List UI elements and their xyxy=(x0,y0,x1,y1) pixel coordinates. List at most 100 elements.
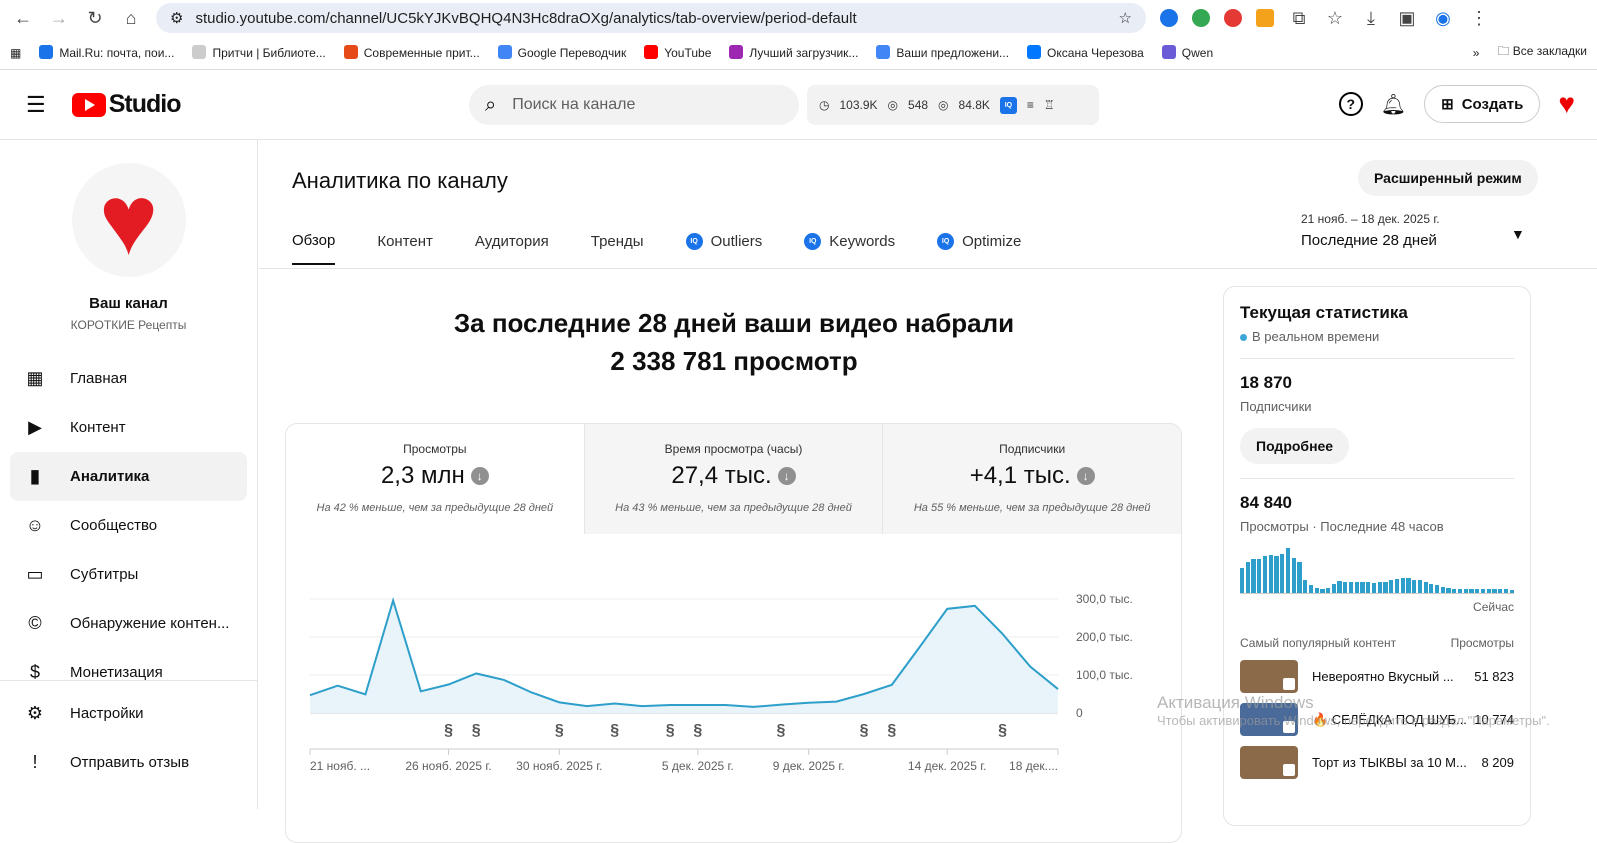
bookmark[interactable]: Google Переводчик xyxy=(497,45,626,60)
sidebar-item-content[interactable]: ▶ Контент xyxy=(10,403,247,452)
metric-watch-time[interactable]: Время просмотра (часы) 27,4 тыс. ↓ На 43 % … xyxy=(584,424,884,534)
address-bar[interactable]: ⚙ studio.youtube.com/channel/UC5kYJKvBQHQ… xyxy=(156,3,1146,33)
shorts-marker-icon[interactable]: § xyxy=(998,722,1007,739)
metric-value: 27,4 тыс. xyxy=(671,462,772,489)
chevron-down-icon: ▼ xyxy=(1511,226,1525,242)
realtime-bar xyxy=(1446,587,1451,593)
home-icon[interactable]: ⌂ xyxy=(120,8,142,29)
help-icon[interactable]: ? xyxy=(1338,92,1363,116)
notifications-bell-icon[interactable]: 🔔︎ xyxy=(1381,92,1406,117)
back-icon[interactable]: ← xyxy=(12,8,34,29)
extension-stats[interactable]: ◷ 103.9K ◎ 548 ◎ 84.8K IQ ≡ ♖ xyxy=(807,85,1099,125)
profile-icon[interactable]: ◉ xyxy=(1432,8,1454,29)
bookmarks-icon[interactable]: ☆ xyxy=(1324,8,1346,29)
tab-label: Keywords xyxy=(829,233,896,250)
subtitles-icon: ▭ xyxy=(26,564,44,584)
sidebar-item-subtitles[interactable]: ▭ Субтитры xyxy=(10,550,247,599)
menu-dots-icon[interactable]: ⋮ xyxy=(1468,8,1490,29)
see-more-button[interactable]: Подробнее xyxy=(1240,428,1350,464)
shorts-marker-icon[interactable]: § xyxy=(693,722,702,739)
views-chart[interactable]: 0 100,0 тыс. 200,0 тыс. 300,0 тыс. § § § § § § § § §… xyxy=(286,534,1182,843)
studio-logo[interactable]: Studio xyxy=(71,90,181,119)
site-info-icon[interactable]: ⚙ xyxy=(170,9,183,27)
bookmark[interactable]: YouTube xyxy=(644,45,711,60)
bookmark[interactable]: Qwen xyxy=(1161,45,1214,60)
shorts-marker-icon[interactable]: § xyxy=(610,722,619,739)
realtime-bar xyxy=(1509,590,1514,593)
tab-keywords[interactable]: IQ Keywords xyxy=(804,232,895,265)
bookmark[interactable]: Оксана Черезова xyxy=(1027,45,1144,60)
shorts-marker-icon[interactable]: § xyxy=(472,722,481,739)
vidiq-icon[interactable]: IQ xyxy=(999,96,1017,114)
url-text[interactable]: studio.youtube.com/channel/UC5kYJKvBQHQ4… xyxy=(195,10,856,27)
realtime-bar xyxy=(1417,580,1422,593)
realtime-bar xyxy=(1412,579,1417,593)
bookmark[interactable]: Лучший загрузчик... xyxy=(729,45,858,60)
trophy-icon[interactable]: ♖ xyxy=(1044,98,1055,112)
sidebar-item-content-detection[interactable]: © Обнаружение контен... xyxy=(10,599,247,648)
realtime-bar xyxy=(1480,589,1486,593)
bookmark[interactable]: Mail.Ru: почта, пои... xyxy=(39,45,174,60)
realtime-bar xyxy=(1394,578,1400,593)
metric-subscribers[interactable]: Подписчики +4,1 тыс. ↓ На 55 % меньше, чем … xyxy=(883,424,1181,534)
list-icon[interactable]: ≡ xyxy=(1027,98,1034,112)
more-bookmarks-icon[interactable]: » xyxy=(1473,46,1480,60)
metric-views[interactable]: Просмотры 2,3 млн ↓ На 42 % меньше, чем за … xyxy=(286,424,585,534)
bookmark-label: Qwen xyxy=(1181,46,1214,60)
shorts-marker-icon[interactable]: § xyxy=(777,722,786,739)
forward-icon[interactable]: → xyxy=(48,8,70,29)
shorts-marker-icon[interactable]: § xyxy=(666,722,675,739)
extension-icon[interactable] xyxy=(1160,9,1178,27)
tab-optimize[interactable]: IQ Optimize xyxy=(937,232,1021,265)
heart-logo-icon: ♥ xyxy=(98,164,159,276)
tab-audience[interactable]: Аудитория xyxy=(475,232,549,265)
all-bookmarks[interactable]: 🗀 Все закладки xyxy=(1497,42,1587,63)
shorts-marker-icon[interactable]: § xyxy=(887,722,896,739)
bookmark[interactable]: Современные прит... xyxy=(343,45,480,60)
tab-outliers[interactable]: IQ Outliers xyxy=(685,232,762,265)
bookmark[interactable]: Ваши предложени... xyxy=(876,45,1009,60)
video-views: 51 823 xyxy=(1474,669,1514,684)
create-button[interactable]: ⊞ Создать xyxy=(1424,85,1541,123)
all-bookmarks-label: Все закладки xyxy=(1512,44,1587,58)
shorts-marker-icon[interactable]: § xyxy=(555,722,564,739)
eye-icon: ◎ xyxy=(938,98,949,112)
tab-content[interactable]: Контент xyxy=(377,232,433,265)
tab-trends[interactable]: Тренды xyxy=(591,232,644,265)
advanced-mode-button[interactable]: Расширенный режим xyxy=(1358,160,1538,196)
now-label: Сейчас xyxy=(1473,600,1514,614)
bookmark-star-icon[interactable]: ☆ xyxy=(1119,9,1132,27)
analytics-icon: ▮ xyxy=(30,466,40,486)
extensions-puzzle-icon[interactable]: ⧉ xyxy=(1288,8,1310,29)
extension-icon[interactable] xyxy=(1192,9,1210,27)
account-avatar[interactable]: ♥ xyxy=(1558,88,1575,120)
search-input[interactable]: ⌕ Поиск на канале xyxy=(469,85,799,125)
translate-icon[interactable]: ▣ xyxy=(1396,8,1418,29)
sidebar-item-feedback[interactable]: ! Отправить отзыв xyxy=(10,738,247,787)
period-selector[interactable]: 21 нояб. – 18 дек. 2025 г. Последние 28 … xyxy=(1301,212,1525,249)
realtime-bar-chart[interactable] xyxy=(1240,548,1514,594)
sidebar-item-home[interactable]: ▦ Главная xyxy=(10,354,247,403)
menu-icon[interactable]: ☰ xyxy=(26,92,46,118)
sidebar-item-settings[interactable]: ⚙ Настройки xyxy=(10,689,247,738)
shorts-marker-icon[interactable]: § xyxy=(444,722,453,739)
create-label: Создать xyxy=(1461,95,1524,113)
bookmark[interactable]: Притчи | Библиоте... xyxy=(192,45,326,60)
sidebar-item-analytics[interactable]: ▮ Аналитика xyxy=(10,452,247,501)
reload-icon[interactable]: ↻ xyxy=(84,8,106,29)
sidebar-item-community[interactable]: ☺ Сообщество xyxy=(10,501,247,550)
apps-icon[interactable]: ▦ xyxy=(10,46,21,60)
extension-icon[interactable] xyxy=(1256,9,1274,27)
dashboard-icon: ▦ xyxy=(26,368,44,388)
realtime-bar xyxy=(1377,582,1382,593)
tab-overview[interactable]: Обзор xyxy=(292,232,336,265)
extension-icon[interactable] xyxy=(1224,9,1242,27)
channel-avatar[interactable]: ♥ xyxy=(71,163,186,277)
sidebar-item-label: Обнаружение контен... xyxy=(70,615,230,632)
shorts-marker-icon[interactable]: § xyxy=(860,722,869,739)
popular-item[interactable]: Невероятно Вкусный ... 51 823 xyxy=(1240,660,1514,693)
download-icon[interactable]: ⤓ xyxy=(1360,8,1382,29)
bookmark-icon xyxy=(192,45,207,59)
popular-item[interactable]: Торт из ТЫКВЫ за 10 М... 8 209 xyxy=(1240,746,1514,779)
subscribers-count: 18 870 xyxy=(1240,373,1292,392)
